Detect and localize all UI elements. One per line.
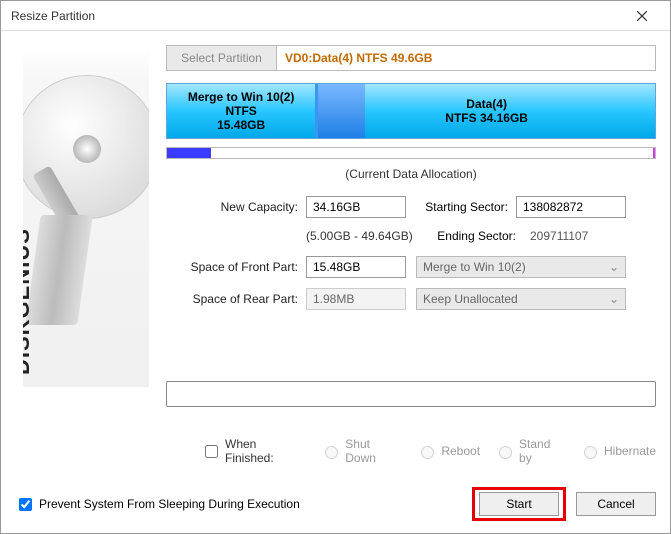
start-highlight: Start bbox=[472, 487, 566, 521]
front-part-target-dropdown[interactable]: Merge to Win 10(2) ⌄ bbox=[416, 256, 626, 278]
when-finished-checkbox[interactable]: When Finished: bbox=[201, 437, 306, 465]
close-button[interactable] bbox=[622, 4, 662, 28]
close-icon bbox=[637, 11, 647, 21]
brand-text: DISKGENIUS bbox=[23, 228, 35, 375]
window-title: Resize Partition bbox=[11, 9, 95, 23]
allocation-caption: (Current Data Allocation) bbox=[166, 167, 656, 181]
allocation-used bbox=[167, 148, 211, 158]
selected-partition-value: VD0:Data(4) NTFS 49.6GB bbox=[277, 46, 655, 70]
partition-right-used bbox=[318, 84, 365, 138]
status-input[interactable] bbox=[166, 381, 656, 407]
starting-sector-input[interactable] bbox=[516, 196, 626, 218]
rear-part-target-value: Keep Unallocated bbox=[423, 292, 518, 306]
radio-standby[interactable]: Stand by bbox=[494, 437, 565, 465]
partition-left-name: Merge to Win 10(2) bbox=[188, 90, 295, 104]
start-button[interactable]: Start bbox=[479, 492, 559, 516]
rear-part-input[interactable] bbox=[306, 288, 406, 310]
partition-diagram[interactable]: Merge to Win 10(2) NTFS 15.48GB Data(4) … bbox=[166, 83, 656, 139]
when-finished-row: When Finished: Shut Down Reboot Stand by… bbox=[201, 437, 656, 465]
allocation-bar bbox=[166, 147, 656, 159]
rear-part-target-dropdown[interactable]: Keep Unallocated ⌄ bbox=[416, 288, 626, 310]
front-part-target-value: Merge to Win 10(2) bbox=[423, 260, 526, 274]
radio-hibernate[interactable]: Hibernate bbox=[579, 443, 656, 459]
bottom-row: Prevent System From Sleeping During Exec… bbox=[15, 487, 656, 521]
partition-right[interactable]: Data(4) NTFS 34.16GB bbox=[318, 84, 655, 138]
form: New Capacity: Starting Sector: (5.00GB -… bbox=[166, 193, 656, 313]
titlebar: Resize Partition bbox=[1, 1, 670, 31]
when-finished-checkbox-input[interactable] bbox=[205, 445, 218, 458]
partition-left-size: 15.48GB bbox=[217, 118, 265, 132]
chevron-down-icon: ⌄ bbox=[609, 292, 619, 306]
ending-sector-value: 209711107 bbox=[524, 229, 634, 243]
partition-left-fs: NTFS bbox=[225, 104, 256, 118]
capacity-range: (5.00GB - 49.64GB) bbox=[306, 229, 414, 243]
partition-right-fs-size: NTFS 34.16GB bbox=[445, 111, 528, 125]
front-part-label: Space of Front Part: bbox=[166, 260, 306, 274]
radio-reboot[interactable]: Reboot bbox=[416, 443, 480, 459]
allocation-edge bbox=[653, 148, 655, 158]
new-capacity-label: New Capacity: bbox=[166, 200, 306, 214]
radio-shutdown[interactable]: Shut Down bbox=[320, 437, 402, 465]
partition-right-name: Data(4) bbox=[445, 97, 528, 111]
starting-sector-label: Starting Sector: bbox=[416, 200, 516, 214]
cancel-button[interactable]: Cancel bbox=[576, 492, 656, 516]
prevent-sleep-label: Prevent System From Sleeping During Exec… bbox=[39, 497, 300, 511]
select-partition-row: Select Partition VD0:Data(4) NTFS 49.6GB bbox=[166, 45, 656, 71]
prevent-sleep-checkbox[interactable]: Prevent System From Sleeping During Exec… bbox=[15, 495, 300, 514]
front-part-input[interactable] bbox=[306, 256, 406, 278]
partition-left[interactable]: Merge to Win 10(2) NTFS 15.48GB bbox=[167, 84, 318, 138]
ending-sector-label: Ending Sector: bbox=[424, 229, 524, 243]
rear-part-label: Space of Rear Part: bbox=[166, 292, 306, 306]
new-capacity-input[interactable] bbox=[306, 196, 406, 218]
sidebar-illustration: DISKGENIUS bbox=[23, 47, 149, 387]
prevent-sleep-checkbox-input[interactable] bbox=[19, 498, 32, 511]
when-finished-label: When Finished: bbox=[225, 437, 306, 465]
chevron-down-icon: ⌄ bbox=[609, 260, 619, 274]
select-partition-button[interactable]: Select Partition bbox=[167, 46, 277, 70]
resize-partition-dialog: Resize Partition DISKGENIUS Select Parti… bbox=[0, 0, 671, 534]
